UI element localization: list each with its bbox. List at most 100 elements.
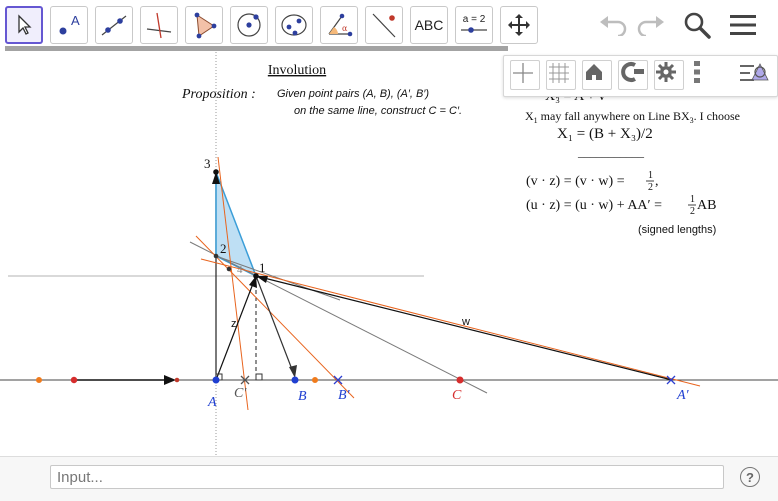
left-vector-arrowhead	[164, 375, 176, 385]
orange-point-right[interactable]	[312, 377, 318, 383]
redo-button[interactable]	[634, 8, 668, 42]
label-c-prime: C′	[234, 386, 247, 401]
move-graphics-view-tool-button[interactable]	[500, 6, 538, 44]
point-4[interactable]	[226, 266, 232, 272]
right-angle-drop	[255, 373, 263, 381]
toggle-axes-button[interactable]	[510, 60, 540, 90]
vector-z	[215, 280, 255, 381]
perpendicular-line-tool-button[interactable]	[140, 6, 178, 44]
text-tool-button[interactable]: ABC	[410, 6, 448, 44]
point-capturing-button[interactable]	[618, 60, 648, 90]
equation-2-denominator: 2	[690, 206, 695, 217]
style-bar-toggle-button[interactable]	[738, 60, 772, 90]
svg-text:α: α	[342, 24, 348, 33]
axes-icon	[513, 63, 533, 83]
point-2[interactable]	[213, 253, 219, 259]
point-a[interactable]	[212, 376, 220, 384]
polygon-icon	[194, 12, 217, 39]
red-point-left[interactable]	[70, 376, 78, 384]
point-capturing-icon	[621, 62, 644, 82]
title-involution: Involution	[268, 63, 326, 78]
svg-text:a = 2: a = 2	[463, 14, 486, 25]
polygon-tool-button[interactable]	[185, 6, 223, 44]
point-icon: A	[59, 13, 80, 35]
algebra-input-field[interactable]	[50, 465, 724, 489]
vector-1-b-arrowhead	[289, 365, 297, 378]
reflect-tool-button[interactable]	[365, 6, 403, 44]
point-tool-button[interactable]: A	[50, 6, 88, 44]
point-1[interactable]	[253, 273, 259, 279]
help-icon: ?	[746, 469, 754, 485]
equation-1-end: ,	[655, 174, 659, 189]
main-menu-button[interactable]	[726, 8, 760, 42]
slider-tool-button[interactable]: a = 2	[455, 6, 493, 44]
small-point[interactable]	[174, 377, 180, 383]
input-bar: ?	[0, 456, 778, 501]
label-a-prime: A′	[676, 388, 690, 403]
gear-icon	[656, 62, 676, 82]
point-c[interactable]	[456, 376, 464, 384]
grid-icon	[549, 63, 569, 83]
label-vector-z: z	[231, 318, 237, 330]
proposition-line-2: on the same line, construct C = C′.	[294, 105, 462, 117]
undo-button[interactable]	[596, 8, 630, 42]
svg-text:A: A	[71, 13, 80, 28]
orange-line-c-prime	[217, 156, 249, 411]
equation-1-numerator: 1	[648, 170, 653, 181]
line-tool-button[interactable]	[95, 6, 133, 44]
move-cross-arrows-icon	[508, 14, 530, 36]
text-tool-label: ABC	[414, 17, 444, 33]
perpendicular-line-icon	[146, 12, 172, 39]
label-3: 3	[204, 156, 211, 171]
toggle-grid-button[interactable]	[546, 60, 576, 90]
divider-line: ___________	[577, 145, 645, 159]
angle-tool-button[interactable]: α	[320, 6, 358, 44]
more-options-button[interactable]	[694, 60, 714, 90]
x1-formula: X₁ = (B + X₃)/2	[557, 126, 653, 142]
point-b[interactable]	[291, 376, 299, 384]
angle-icon: α	[328, 13, 353, 37]
equation-2-end: AB	[697, 198, 716, 213]
label-b-prime: B′	[338, 388, 351, 403]
proposition-label: Proposition :	[181, 87, 256, 102]
circle-icon	[237, 13, 261, 37]
proposition-line-1: Given point pairs (A, B), (A′, B′)	[277, 88, 429, 100]
equation-1: (v · z) = (v · w) =	[526, 174, 625, 189]
standard-view-button[interactable]	[582, 60, 612, 90]
label-b: B	[298, 389, 307, 404]
home-icon	[586, 64, 602, 80]
menu-icon	[730, 15, 756, 35]
vector-1-b	[255, 275, 294, 373]
reflect-line-icon	[372, 13, 396, 38]
signed-lengths-note: (signed lengths)	[638, 224, 716, 236]
label-a: A	[207, 395, 217, 410]
equation-2: (u · z) = (u · w) + AA′ =	[526, 198, 662, 213]
label-c: C	[452, 388, 462, 403]
style-bar	[503, 55, 778, 97]
style-bar-toggle-icon	[740, 63, 769, 81]
point-3[interactable]	[213, 169, 219, 175]
label-2: 2	[220, 241, 227, 256]
label-4: 4	[237, 264, 243, 276]
settings-button[interactable]	[654, 60, 684, 90]
x1-note: X1 may fall anywhere on Line BX3. I choo…	[525, 109, 740, 125]
equation-2-numerator: 1	[690, 194, 695, 205]
search-button[interactable]	[680, 8, 714, 42]
more-icon	[694, 61, 700, 83]
slider-icon: a = 2	[461, 14, 487, 33]
toolbar: A α ABC a = 2	[0, 0, 778, 51]
circle-tool-button[interactable]	[230, 6, 268, 44]
vector-w-line	[255, 275, 673, 381]
conic-tool-button[interactable]	[275, 6, 313, 44]
search-icon	[684, 12, 711, 39]
label-1: 1	[259, 260, 266, 275]
toolbar-divider	[5, 46, 508, 51]
undo-icon	[600, 16, 627, 36]
ellipse-icon	[281, 14, 307, 36]
equation-1-denominator: 2	[648, 182, 653, 193]
label-vector-w: w	[461, 316, 470, 328]
graphics-view[interactable]: A B C C′ B′ A′ 1 2 3 4 z w Involution Pr…	[0, 52, 778, 456]
move-tool-button[interactable]	[5, 6, 43, 44]
orange-point-left[interactable]	[36, 377, 42, 383]
input-help-button[interactable]: ?	[740, 467, 760, 487]
